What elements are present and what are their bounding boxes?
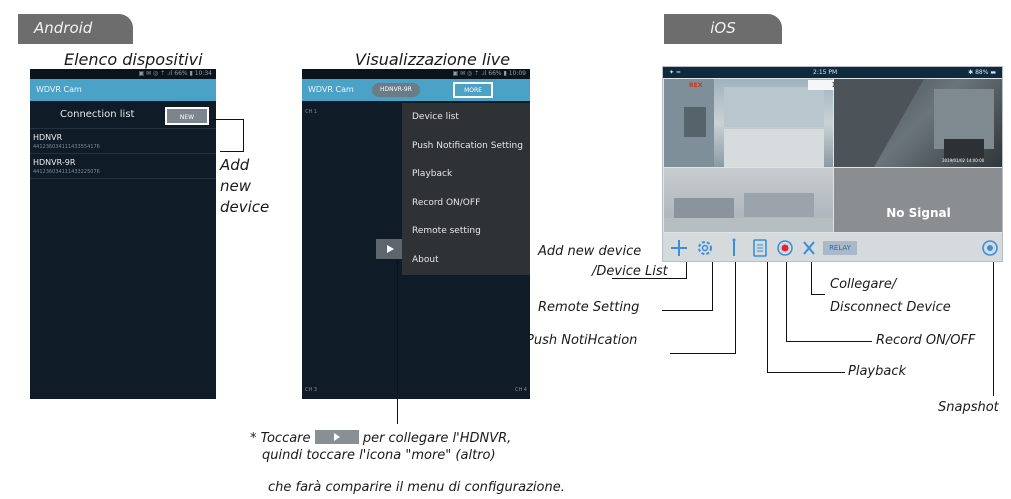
android-live-caption: Visualizzazione live (355, 50, 511, 69)
wifi-icon: ✦ ≈ (669, 69, 681, 76)
ios-toolbar: RELAY (663, 233, 1002, 261)
add-icon[interactable] (671, 240, 687, 256)
snapshot-icon[interactable] (982, 240, 998, 256)
inline-play-icon (314, 430, 359, 444)
connection-list-header: Connection list NEW (30, 101, 216, 129)
camera-tile-3[interactable] (664, 168, 833, 232)
menu-item-about[interactable]: About (402, 246, 530, 275)
label-record: Record ON/OFF (876, 333, 976, 348)
menu-item-remote-setting[interactable]: Remote setting (402, 217, 530, 246)
no-signal-label: No Signal (886, 206, 951, 220)
android-tab: Android (18, 14, 133, 44)
label-collegare: Collegare/ (830, 277, 897, 292)
callout-line (686, 262, 687, 278)
push-notification-icon[interactable] (732, 238, 736, 257)
note-line-2: quindi toccare l'icona "more" (altro) (262, 448, 496, 463)
ch4-label: CH 4 (514, 387, 527, 393)
label-remote-setting: Remote Setting (538, 300, 640, 315)
gear-icon[interactable] (698, 241, 712, 255)
label-playback: Playback (848, 364, 907, 379)
note-prefix: * Toccare (250, 431, 311, 446)
callout-line (811, 262, 812, 294)
ch1-label: CH 1 (305, 109, 318, 115)
callout-line (786, 262, 787, 342)
label-disconnect: Disconnect Device (830, 300, 951, 315)
device-name: HDNVR (33, 133, 63, 142)
callout-line (220, 151, 244, 152)
device-id: 441236034111433225076 (33, 169, 100, 175)
label-add-device: Add new device (538, 244, 642, 259)
label-push: Push NotiHcation (526, 333, 638, 348)
callout-line (786, 341, 872, 342)
android-list-caption: Elenco dispositivi (64, 50, 203, 69)
callout-line (212, 119, 244, 120)
callout-line (712, 262, 713, 310)
callout-line (811, 294, 825, 295)
device-row[interactable]: HDNVR 441236034111433554176 (30, 129, 216, 154)
menu-item-push-notification[interactable]: Push Notification Setting (402, 132, 530, 161)
ios-screen: ✦ ≈ 2:15 PM ✱ 88% ▬ REX 14F 2019/01/02 1… (662, 66, 1003, 262)
ios-status-battery: ✱ 88% ▬ (968, 69, 996, 76)
ios-tab: iOS (664, 14, 782, 44)
label-snapshot: Snapshot (938, 400, 999, 415)
camera-tile-4[interactable]: No Signal (834, 168, 1002, 232)
more-menu: Device list Push Notification Setting Pl… (402, 103, 530, 275)
callout-line (243, 119, 244, 151)
callout-line (670, 353, 736, 354)
callout-line (767, 262, 768, 373)
app-title: WDVR Cam (308, 85, 354, 94)
camera-tile-1[interactable]: REX (664, 79, 833, 167)
note-line-1: * Toccare per collegare l'HDNVR, (250, 430, 511, 446)
app-title: WDVR Cam (36, 85, 82, 94)
add-new-device-annotation: Add new device (220, 155, 269, 218)
cam-timestamp: 2019/01/02 14:00:00 (942, 158, 985, 163)
status-bar: ▣ ✉ ◎ ⇡ .ıl 66% ▮ 10:34 (30, 69, 216, 79)
connection-list-title: Connection list (60, 109, 135, 120)
ios-status-time: 2:15 PM (813, 69, 838, 76)
annotation-word: device (220, 198, 270, 216)
playback-icon[interactable] (753, 239, 767, 257)
device-name: HDNVR-9R (33, 158, 76, 167)
device-id: 441236034111433554176 (33, 144, 100, 150)
callout-line (397, 260, 398, 424)
menu-item-playback[interactable]: Playback (402, 160, 530, 189)
app-bar: WDVR Cam (30, 79, 216, 101)
camera-tile-2[interactable]: 2019/01/02 14:00:00 (834, 79, 1002, 167)
play-button[interactable] (376, 239, 404, 259)
menu-item-device-list[interactable]: Device list (402, 103, 530, 132)
svg-text:REX: REX (689, 82, 703, 89)
annotation-word: new (220, 177, 252, 195)
app-bar: WDVR Cam HDNVR-9R MORE (302, 79, 530, 101)
device-row[interactable]: HDNVR-9R 441236034111433225076 (30, 154, 216, 179)
note-line-3: che farà comparire il menu di configuraz… (268, 480, 565, 495)
ch3-label: CH 3 (305, 387, 318, 393)
play-icon (387, 245, 394, 253)
callout-line (735, 262, 736, 354)
new-device-button[interactable]: NEW (165, 107, 209, 125)
android-list-screen: ▣ ✉ ◎ ⇡ .ıl 66% ▮ 10:34 WDVR Cam Connect… (30, 69, 216, 399)
more-button[interactable]: MORE (453, 82, 493, 98)
note-suffix: per collegare l'HDNVR, (362, 431, 512, 446)
label-device-list: /Device List (592, 264, 668, 279)
menu-item-record[interactable]: Record ON/OFF (402, 189, 530, 218)
disconnect-icon[interactable] (803, 241, 815, 255)
android-live-screen: ▣ ✉ ◎ ⇡ .ıl 66% ▮ 10:09 WDVR Cam HDNVR-9… (302, 69, 530, 399)
camera-feed-2: 2019/01/02 14:00:00 (834, 79, 994, 167)
callout-line (662, 310, 713, 311)
callout-line (993, 262, 994, 396)
record-icon[interactable] (777, 240, 793, 256)
callout-line (767, 372, 845, 373)
relay-button[interactable]: RELAY (823, 241, 857, 255)
camera-feed-3 (664, 193, 833, 232)
ios-status-bar: ✦ ≈ 2:15 PM ✱ 88% ▬ (663, 67, 1002, 78)
device-selector[interactable]: HDNVR-9R (372, 83, 420, 97)
status-bar: ▣ ✉ ◎ ⇡ .ıl 66% ▮ 10:09 (302, 69, 530, 79)
camera-feed-1: REX (664, 79, 824, 167)
annotation-word: Add (220, 156, 250, 174)
